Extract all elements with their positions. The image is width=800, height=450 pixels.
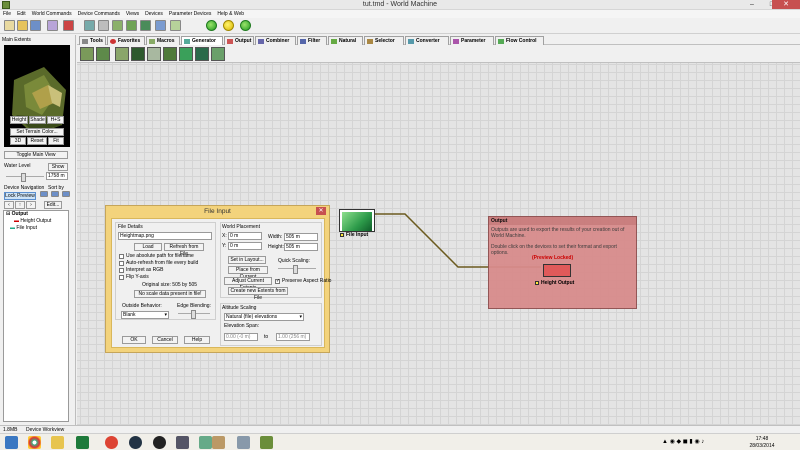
interpret-rgb-checkbox[interactable] <box>119 268 124 273</box>
quick-scaling-label: Quick Scaling: <box>278 258 310 264</box>
explorer-icon[interactable] <box>51 436 64 449</box>
x-label: X: <box>222 233 227 239</box>
refresh-from-file-button[interactable]: Refresh from File <box>164 243 204 257</box>
y-field[interactable]: 0 m <box>228 242 262 250</box>
output-group-box[interactable]: Output Outputs are used to export the re… <box>488 216 637 309</box>
absolute-path-checkbox[interactable] <box>119 254 124 259</box>
height-field[interactable]: 505 m <box>284 243 318 251</box>
vivaldi-icon[interactable] <box>105 436 118 449</box>
y-label: Y: <box>222 243 227 249</box>
absolute-path-label: Use absolute path for filename <box>126 253 194 259</box>
span-to-label: to <box>264 334 269 340</box>
width-field[interactable]: 505 m <box>284 233 318 241</box>
height-output-node[interactable] <box>543 264 571 277</box>
create-extents-button[interactable]: Create new Extents from File <box>228 287 288 301</box>
cancel-button[interactable]: Cancel <box>152 336 178 344</box>
help-button[interactable]: Help <box>184 336 210 344</box>
world-machine-taskbar-icon[interactable] <box>260 436 273 449</box>
quick-scaling-slider[interactable] <box>278 265 316 274</box>
auto-refresh-label: Auto-refresh from file every build <box>126 260 199 266</box>
unreal-editor-icon[interactable] <box>153 436 166 449</box>
clock-date[interactable]: 28/03/2014 <box>748 443 776 449</box>
app-icon-3[interactable] <box>212 436 225 449</box>
world-placement-label: World Placement <box>222 224 260 230</box>
set-in-layout-button[interactable]: Set in Layout... <box>228 256 266 264</box>
preview-locked-label: (Preview Locked) <box>532 255 574 261</box>
preserve-aspect-label: Preserve Aspect Ratio <box>282 278 332 284</box>
taskbar: ▲ ◉ ◆ ◼ ▮ ◉ ♪ 17:48 28/03/2014 <box>0 433 800 450</box>
app-icon-4[interactable] <box>237 436 250 449</box>
interpret-rgb-label: Interpret as RGB <box>126 267 164 273</box>
height-output-label: Height Output <box>541 280 575 286</box>
flip-y-label: Flip Y-axis <box>126 274 149 280</box>
adjust-extents-button[interactable]: Adjust Current Extents <box>224 277 272 291</box>
outside-behavior-select[interactable]: Blank <box>121 311 169 319</box>
file-input-node[interactable] <box>339 209 375 232</box>
file-input-thumbnail <box>342 212 372 231</box>
edge-blending-label: Edge Blending: <box>177 303 211 309</box>
file-input-dialog: File Input ✕ File Details Heightmap.png … <box>105 205 331 353</box>
place-from-current-button[interactable]: Place from Current <box>228 266 268 280</box>
filename-field[interactable]: Heightmap.png <box>118 232 212 240</box>
original-size-label: Original size: 505 by 505 <box>142 282 198 288</box>
dialog-title: File Input <box>204 208 231 215</box>
chrome-icon[interactable] <box>28 436 41 449</box>
outside-behavior-label: Outside Behavior: <box>122 303 162 309</box>
file-input-port[interactable] <box>340 233 344 237</box>
altitude-scaling-label: Altitude Scaling <box>222 305 257 311</box>
height-label: Height: <box>268 244 284 250</box>
elevation-span-label: Elevation Span: <box>224 323 260 329</box>
altitude-scaling-select[interactable]: Natural (file) elevations <box>224 313 304 321</box>
dialog-body: File Details Heightmap.png Load Refresh … <box>111 218 331 348</box>
unreal-icon[interactable] <box>129 436 142 449</box>
file-input-label: File Input <box>346 232 369 238</box>
app-icon-2[interactable] <box>199 436 212 449</box>
output-group-text: Outputs are used to export the results o… <box>491 227 625 256</box>
app-icon-1[interactable] <box>176 436 189 449</box>
excel-icon[interactable] <box>76 436 89 449</box>
status-bar: 1.8MB Device Workview <box>0 425 800 433</box>
span-from-field[interactable]: 0.00 (-0 m) <box>224 333 258 341</box>
ok-button[interactable]: OK <box>122 336 146 344</box>
preserve-aspect-checkbox[interactable] <box>275 278 280 284</box>
height-output-port[interactable] <box>535 281 539 285</box>
flip-y-checkbox[interactable] <box>119 275 124 280</box>
no-scale-button[interactable]: No scale data present in file! <box>134 290 206 298</box>
x-field[interactable]: 0 m <box>228 232 262 240</box>
output-group-title: Output <box>489 217 636 225</box>
width-label: Width: <box>268 234 283 240</box>
file-details-label: File Details <box>118 224 143 230</box>
start-icon[interactable] <box>5 436 18 449</box>
auto-refresh-checkbox[interactable] <box>119 261 124 266</box>
edge-blending-slider[interactable] <box>178 310 210 319</box>
span-to-field[interactable]: 1.00 (256 m) <box>276 333 310 341</box>
load-button[interactable]: Load <box>134 243 162 251</box>
tray-icons[interactable]: ▲ ◉ ◆ ◼ ▮ ◉ ♪ <box>662 438 704 445</box>
clock-time[interactable]: 17:48 <box>748 436 776 442</box>
dialog-close-button[interactable]: ✕ <box>316 207 326 215</box>
